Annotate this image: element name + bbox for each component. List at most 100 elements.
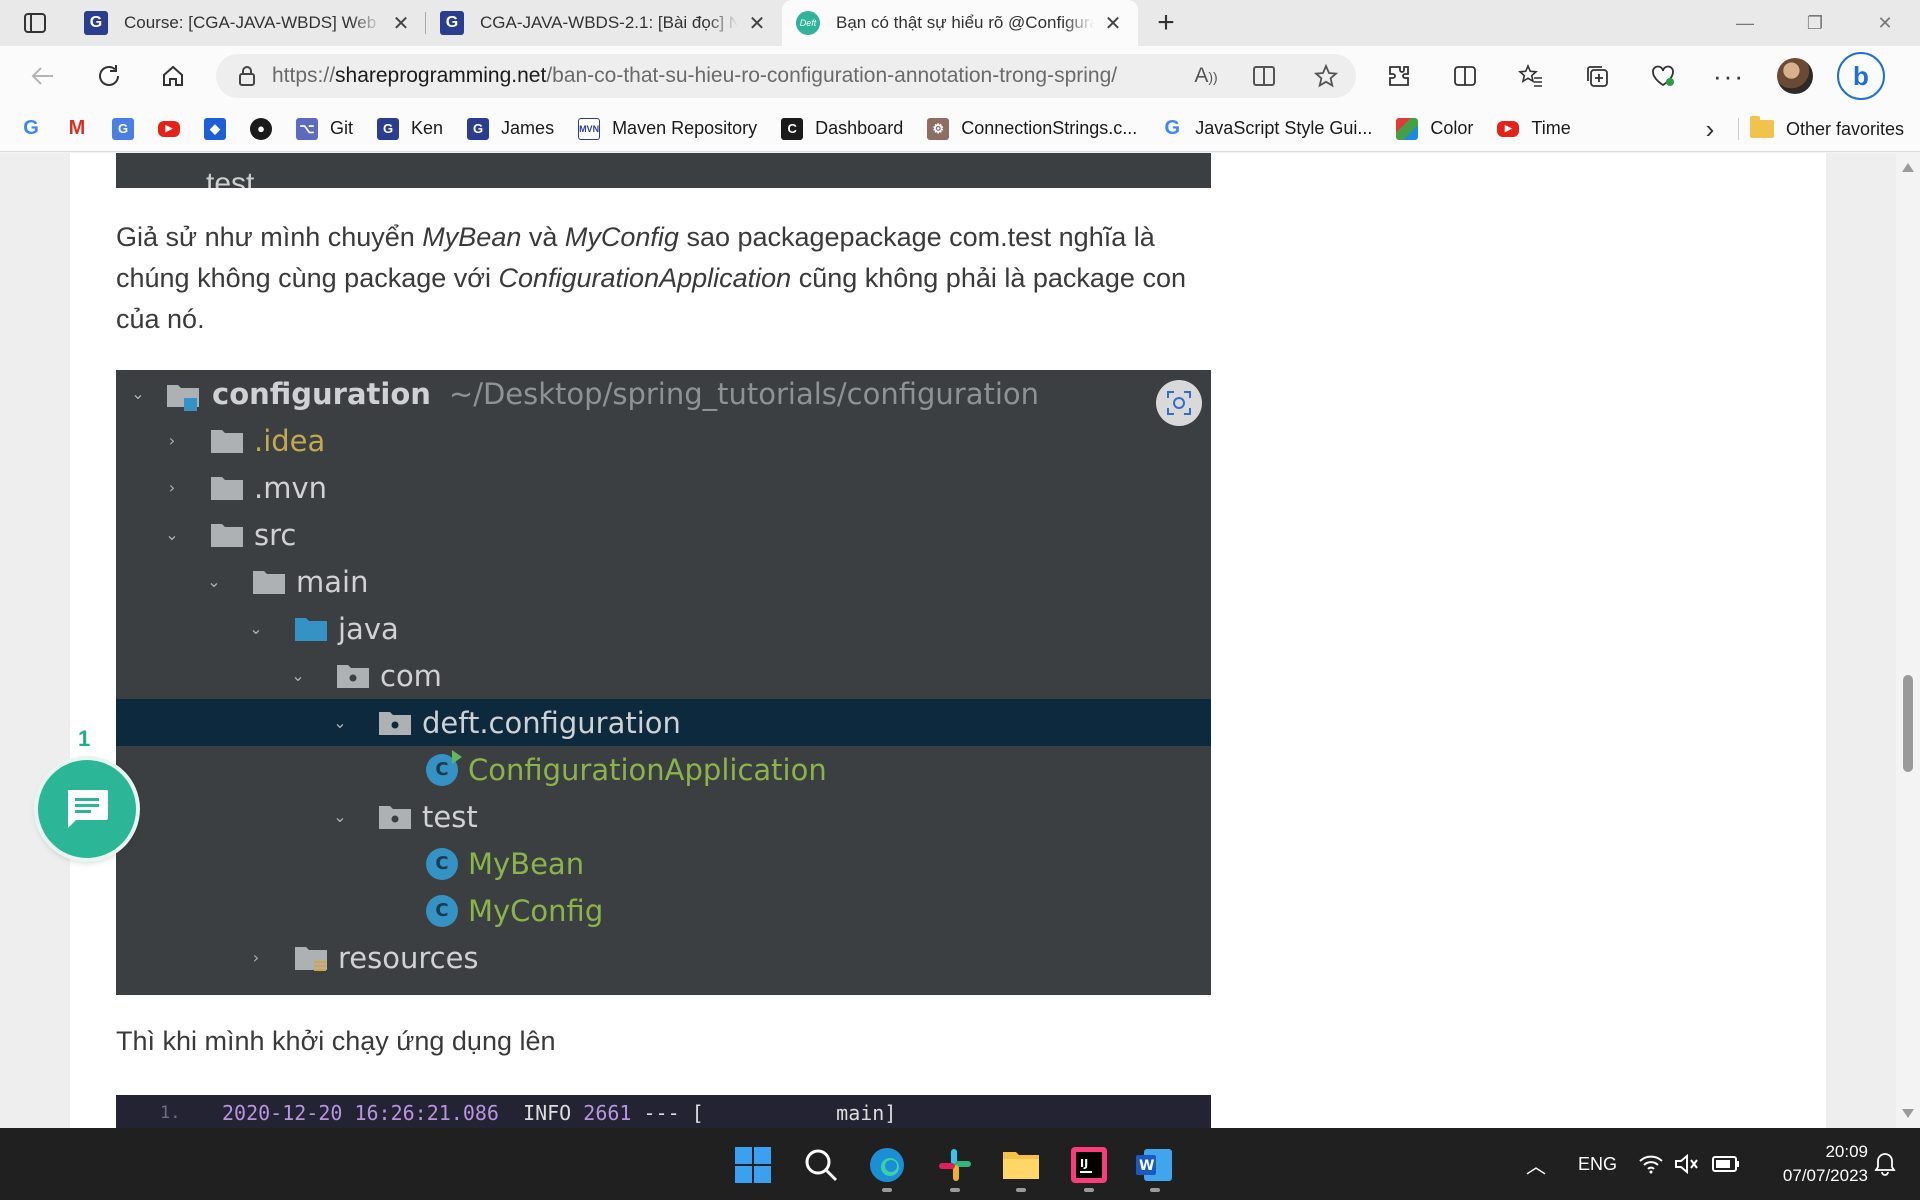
visual-search-button[interactable] xyxy=(1156,380,1202,426)
taskbar-word[interactable]: W xyxy=(1128,1138,1182,1192)
favorite-color[interactable]: Color xyxy=(1396,106,1473,152)
home-icon xyxy=(163,65,183,86)
scroll-down-icon[interactable] xyxy=(1902,1109,1914,1118)
split-screen-icon[interactable] xyxy=(1432,46,1498,106)
svg-text:IJ: IJ xyxy=(1080,1157,1088,1170)
browser-essentials-icon[interactable] xyxy=(1630,46,1696,106)
taskbar-file-explorer[interactable] xyxy=(994,1138,1048,1192)
tree-row: ⌄ main xyxy=(116,558,1211,605)
battery-icon[interactable] xyxy=(1712,1128,1740,1200)
web-page: test Giả sử như mình chuyển MyBean và My… xyxy=(0,153,1920,1128)
tab-actions-button[interactable] xyxy=(0,0,70,46)
taskbar-slack[interactable] xyxy=(928,1138,982,1192)
favorite-connectionstrings[interactable]: ⚙ ConnectionStrings.c... xyxy=(927,106,1137,152)
new-tab-button[interactable]: + xyxy=(1138,0,1194,46)
youtube-icon: ▶ xyxy=(158,120,180,137)
profile-avatar[interactable] xyxy=(1762,46,1828,106)
close-window-button[interactable]: ✕ xyxy=(1850,0,1920,46)
restore-button[interactable]: ❐ xyxy=(1780,0,1850,46)
tree-label-src: src xyxy=(254,517,297,552)
tab-active-article[interactable]: Deft Bạn có thật sự hiểu rõ @Configurati… xyxy=(782,0,1138,46)
other-favorites-folder[interactable]: Other favorites xyxy=(1750,106,1904,152)
taskbar-intellij[interactable]: IJ xyxy=(1062,1138,1116,1192)
minimize-button[interactable]: — xyxy=(1710,0,1780,46)
bing-copilot-icon[interactable]: b xyxy=(1828,46,1894,106)
tab-reading[interactable]: G CGA-JAVA-WBDS-2.1: [Bài đọc] Nguyên lý… xyxy=(426,0,782,46)
codegym-icon: G xyxy=(377,117,400,140)
chevron-down-icon: ⌄ xyxy=(333,713,347,732)
browser-toolbar: https://shareprogramming.net/ban-co-that… xyxy=(0,46,1920,106)
tree-row: › .idea xyxy=(116,417,1211,464)
source-folder-icon xyxy=(294,616,328,642)
favorite-google[interactable]: G xyxy=(20,106,42,152)
tab-strip: G Course: [CGA-JAVA-WBDS] Web Backend De… xyxy=(0,0,1920,46)
collections-icon[interactable] xyxy=(1564,46,1630,106)
read-aloud-icon[interactable]: A)) xyxy=(1176,64,1236,88)
tree-root-label: configuration ~/Desktop/spring_tutorials/… xyxy=(212,376,1040,411)
chat-button[interactable] xyxy=(38,760,136,858)
favorite-git[interactable]: ⌥ Git xyxy=(296,106,353,152)
tree-row: ⌄ src xyxy=(116,511,1211,558)
address-bar[interactable]: https://shareprogramming.net/ban-co-that… xyxy=(216,54,1356,98)
maven-icon: MVN xyxy=(578,117,601,140)
refresh-button[interactable] xyxy=(76,46,142,106)
tab-title: Course: [CGA-JAVA-WBDS] Web Backend Deve… xyxy=(124,13,382,32)
svg-text:W: W xyxy=(1139,1158,1154,1174)
chevron-right-icon[interactable]: › xyxy=(1690,106,1730,152)
search-button[interactable] xyxy=(794,1138,848,1192)
tree-label-resources: resources xyxy=(338,940,479,975)
extensions-icon[interactable] xyxy=(1366,46,1432,106)
tree-label-java: java xyxy=(338,611,399,646)
edge-icon xyxy=(870,1148,904,1182)
star-icon[interactable] xyxy=(1296,64,1356,88)
home-button[interactable] xyxy=(140,46,206,106)
ide-fragment-text: test xyxy=(206,167,255,188)
scrollbar-thumb[interactable] xyxy=(1903,675,1913,772)
taskbar-edge[interactable] xyxy=(860,1138,914,1192)
favorite-dashboard[interactable]: C Dashboard xyxy=(781,106,903,152)
page-scrollbar[interactable] xyxy=(1896,153,1920,1128)
tree-row: C MyBean xyxy=(116,840,1211,887)
favorite-translate[interactable]: G xyxy=(112,106,134,152)
github-icon: ● xyxy=(250,117,272,140)
code-line-number: 1. xyxy=(160,1103,181,1123)
favorite-dropbox[interactable]: ◆ xyxy=(204,106,226,152)
input-language[interactable]: ENG xyxy=(1578,1128,1617,1200)
color-icon xyxy=(1396,117,1419,140)
tree-label-deft-configuration: deft.configuration xyxy=(422,705,681,740)
favorite-github[interactable]: ● xyxy=(250,106,272,152)
favorite-ken[interactable]: G Ken xyxy=(377,106,443,152)
notifications-icon[interactable] xyxy=(1874,1128,1896,1200)
plus-icon: + xyxy=(1157,6,1175,39)
favorite-youtube[interactable]: ▶ xyxy=(158,106,180,152)
tree-label-com: com xyxy=(380,658,442,693)
scroll-up-icon[interactable] xyxy=(1902,163,1914,172)
tab-course[interactable]: G Course: [CGA-JAVA-WBDS] Web Backend De… xyxy=(70,0,426,46)
immersive-reader-icon[interactable] xyxy=(1236,65,1296,87)
favorite-james[interactable]: G James xyxy=(467,106,554,152)
tray-overflow-icon[interactable]: ︿ xyxy=(1526,1128,1546,1200)
folder-icon xyxy=(252,569,286,595)
back-button[interactable] xyxy=(10,46,76,106)
favorite-maven[interactable]: MVN Maven Repository xyxy=(578,106,757,152)
clock-time: 20:09 xyxy=(1825,1142,1868,1161)
chevron-down-icon: ⌄ xyxy=(333,807,347,826)
more-menu-icon[interactable]: ··· xyxy=(1696,46,1762,106)
tab-close-icon[interactable]: ✕ xyxy=(390,12,412,35)
lock-icon[interactable] xyxy=(222,65,272,87)
class-icon: C xyxy=(426,894,458,927)
tab-close-icon[interactable]: ✕ xyxy=(1102,12,1124,35)
tree-label-idea: .idea xyxy=(254,423,326,458)
chevron-right-icon: › xyxy=(168,431,176,450)
url-text[interactable]: https://shareprogramming.net/ban-co-that… xyxy=(272,64,1176,88)
wifi-icon[interactable] xyxy=(1638,1128,1664,1200)
taskbar-clock[interactable]: 20:09 07/07/2023 xyxy=(1758,1140,1868,1188)
favorites-icon[interactable] xyxy=(1498,46,1564,106)
favorite-gmail[interactable]: M xyxy=(66,106,88,152)
favorite-time[interactable]: ▶ Time xyxy=(1497,106,1571,152)
favorite-js-style-guide[interactable]: G JavaScript Style Gui... xyxy=(1161,106,1373,152)
tab-close-icon[interactable]: ✕ xyxy=(746,12,768,35)
tree-row: C ConfigurationApplication xyxy=(116,746,1211,793)
volume-muted-icon[interactable] xyxy=(1674,1128,1700,1200)
start-button[interactable] xyxy=(726,1138,780,1192)
